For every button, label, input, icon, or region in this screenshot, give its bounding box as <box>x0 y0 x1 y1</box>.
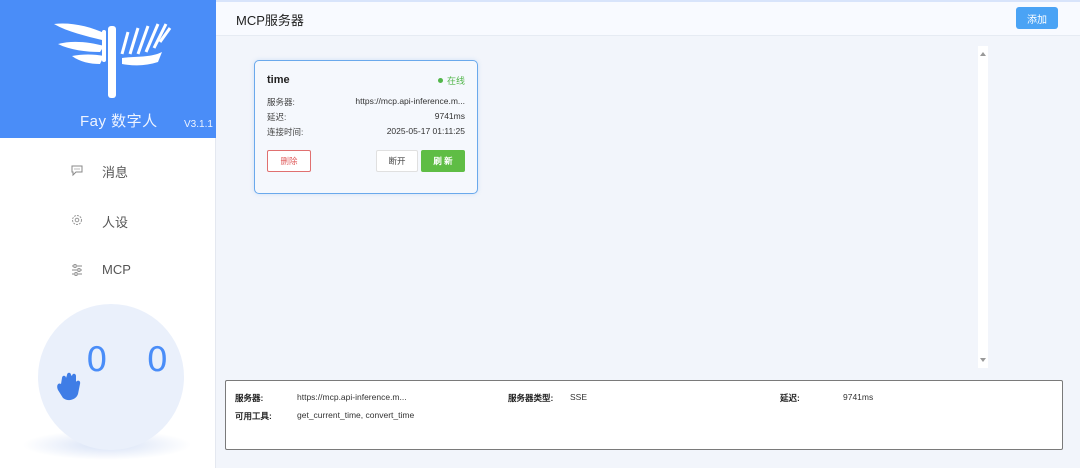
latency-value: 9741ms <box>434 111 465 121</box>
detail-server-label: 服务器: <box>235 393 264 403</box>
sidebar-item-messages[interactable]: 消息 <box>0 151 216 191</box>
gear-icon <box>72 215 82 225</box>
detail-type-value: SSE <box>570 392 588 402</box>
scroll-down-icon[interactable] <box>980 358 986 362</box>
brand-name: Fay 数字人 <box>80 113 158 130</box>
refresh-button[interactable]: 刷 新 <box>421 150 465 172</box>
avatar-eyes: 0 0 <box>86 340 183 380</box>
server-detail-panel: 服务器: https://mcp.api-inference.m... 服务器类… <box>225 380 1063 450</box>
status-text: 在线 <box>446 76 465 86</box>
sidebar: Fay 数字人 V3.1.1 消息 人设 MCP 0 0 <box>0 0 216 468</box>
delete-button[interactable]: 删除 <box>267 150 311 172</box>
sidebar-header: Fay 数字人 V3.1.1 <box>0 0 216 138</box>
detail-server-value: https://mcp.api-inference.m... <box>297 392 407 402</box>
scrollbar[interactable] <box>978 46 988 368</box>
detail-type-label: 服务器类型: <box>508 393 554 403</box>
sidebar-item-label: 人设 <box>102 215 129 230</box>
version-label: V3.1.1 <box>184 119 213 130</box>
sidebar-item-persona[interactable]: 人设 <box>0 201 216 241</box>
server-card[interactable]: time 在线 服务器: https://mcp.api-inference.m… <box>254 60 478 194</box>
status-dot-icon <box>437 78 443 83</box>
chat-bubble-icon <box>71 165 83 177</box>
field-label: 服务器: <box>267 97 295 107</box>
field-label: 延迟: <box>267 112 287 122</box>
disconnect-button[interactable]: 断开 <box>376 150 418 172</box>
sidebar-item-mcp[interactable]: MCP <box>0 251 216 291</box>
sliders-icon <box>72 264 82 276</box>
detail-latency-label: 延迟: <box>780 393 800 403</box>
detail-latency-value: 9741ms <box>843 392 874 402</box>
scroll-up-icon[interactable] <box>980 52 986 56</box>
page-title: MCP服务器 <box>236 13 304 28</box>
waving-hand-icon <box>57 372 81 401</box>
server-url-value: https://mcp.api-inference.m... <box>355 96 465 106</box>
top-bar-accent <box>216 0 1080 2</box>
top-bar <box>216 0 1080 36</box>
sidebar-item-label: MCP <box>102 262 131 277</box>
sidebar-item-label: 消息 <box>102 165 129 180</box>
status-badge: 在线 <box>437 74 465 87</box>
connect-time-value: 2025-05-17 01:11:25 <box>386 126 465 136</box>
server-name: time <box>267 74 290 86</box>
detail-tools-value: get_current_time, convert_time <box>297 410 415 420</box>
dragonfly-logo-icon <box>54 23 172 98</box>
add-button[interactable]: 添加 <box>1016 7 1058 29</box>
detail-tools-label: 可用工具: <box>235 411 272 421</box>
field-label: 连接时间: <box>267 127 304 137</box>
